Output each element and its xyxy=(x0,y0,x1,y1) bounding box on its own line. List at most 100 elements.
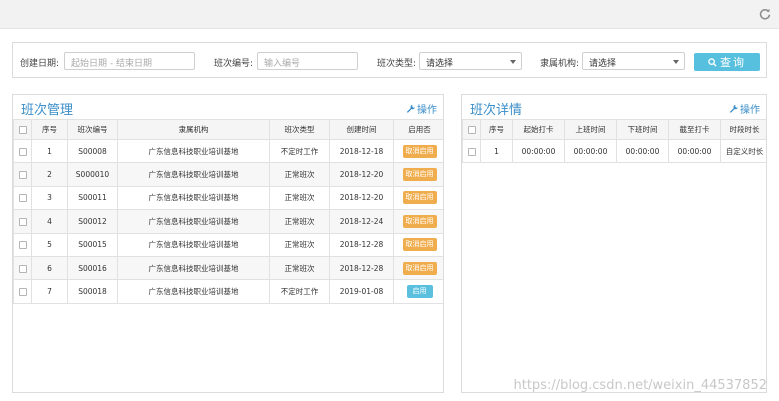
table-cell: 00:00:00 xyxy=(564,138,617,164)
row-checkbox[interactable] xyxy=(13,209,32,234)
table-row[interactable]: 2 S000010 广东信息科技职业培训基地 正常班次 2018-12-20 取消启用 xyxy=(13,162,443,187)
table-cell: S00015 xyxy=(67,232,118,257)
operation-label: 操作 xyxy=(417,105,437,116)
operation-button[interactable]: 操作 xyxy=(729,101,760,116)
shift-detail-panel: 班次详情 操作 序号 起始打卡 上班时间 下班时间 截至打卡 时段时长 1 00:… xyxy=(461,94,767,393)
table-cell: 正常班次 xyxy=(269,209,330,234)
shift-no-input[interactable]: 输入编号 xyxy=(257,52,358,70)
column-header: 启用否 xyxy=(393,119,443,140)
status-cell: 取消启用 xyxy=(393,185,443,211)
table-cell: 00:00:00 xyxy=(512,138,565,164)
watermark: https://blog.csdn.net/weixin_44537852 xyxy=(513,378,767,393)
table-cell: 2 xyxy=(31,162,68,187)
table-cell: 不定时工作 xyxy=(269,138,330,164)
table-cell: S00008 xyxy=(67,138,118,164)
create-date-label: 创建日期: xyxy=(20,59,60,69)
disable-button[interactable]: 取消启用 xyxy=(402,214,437,228)
search-panel: 创建日期: 起始日期 - 结束日期 班次编号: 输入编号 班次类型: 请选择 隶… xyxy=(12,42,767,78)
column-header: 起始打卡 xyxy=(512,119,565,140)
table-row[interactable]: 1 00:00:00 00:00:00 00:00:00 00:00:00 自定义时长 xyxy=(462,138,766,164)
disable-button[interactable]: 取消启用 xyxy=(402,238,437,252)
table-cell: 6 xyxy=(31,255,68,281)
table-cell: S00012 xyxy=(67,209,118,234)
panel-header: 班次管理 操作 xyxy=(13,95,443,119)
select-all-checkbox[interactable] xyxy=(462,119,481,140)
column-header: 序号 xyxy=(31,119,68,140)
top-bar xyxy=(0,0,779,29)
row-checkbox[interactable] xyxy=(13,138,32,164)
table-row[interactable]: 5 S00015 广东信息科技职业培训基地 正常班次 2018-12-28 取消启用 xyxy=(13,232,443,257)
create-date-input[interactable]: 起始日期 - 结束日期 xyxy=(64,52,195,70)
disable-button[interactable]: 取消启用 xyxy=(402,191,437,205)
shift-management-panel: 班次管理 操作 序号 班次编号 隶属机构 班次类型 创建时间 启用否 1 S000… xyxy=(12,94,444,393)
row-checkbox[interactable] xyxy=(13,185,32,211)
org-label: 隶属机构: xyxy=(540,59,580,69)
column-header: 创建时间 xyxy=(329,119,394,140)
table-row[interactable]: 1 S00008 广东信息科技职业培训基地 不定时工作 2018-12-18 取消启用 xyxy=(13,138,443,164)
table-cell: 自定义时长 xyxy=(720,138,766,164)
wrench-icon xyxy=(406,104,415,113)
disable-button[interactable]: 取消启用 xyxy=(402,261,437,275)
table-cell: 不定时工作 xyxy=(269,279,330,304)
enable-button[interactable]: 启用 xyxy=(406,285,433,299)
table-cell: 4 xyxy=(31,209,68,234)
panel-title: 班次详情 xyxy=(470,103,523,118)
row-checkbox[interactable] xyxy=(13,255,32,281)
table-cell: 1 xyxy=(31,138,68,164)
table-cell: S00011 xyxy=(67,185,118,211)
table-cell: 2018-12-20 xyxy=(329,185,394,211)
column-header: 下班时间 xyxy=(616,119,669,140)
refresh-icon[interactable] xyxy=(757,6,773,22)
table-row[interactable]: 7 S00018 广东信息科技职业培训基地 不定时工作 2019-01-08 启用 xyxy=(13,279,443,304)
row-checkbox[interactable] xyxy=(13,162,32,187)
operation-button[interactable]: 操作 xyxy=(406,101,437,116)
shift-type-select[interactable]: 请选择 xyxy=(419,52,522,70)
column-header: 隶属机构 xyxy=(117,119,270,140)
row-checkbox[interactable] xyxy=(13,279,32,304)
search-icon xyxy=(708,57,717,67)
table-row[interactable]: 3 S00011 广东信息科技职业培训基地 正常班次 2018-12-20 取消启用 xyxy=(13,185,443,211)
table-cell: 00:00:00 xyxy=(616,138,669,164)
column-header: 序号 xyxy=(480,119,513,140)
table-cell: 正常班次 xyxy=(269,185,330,211)
detail-table: 序号 起始打卡 上班时间 下班时间 截至打卡 时段时长 1 00:00:00 00:… xyxy=(462,119,766,164)
column-header: 时段时长 xyxy=(720,119,766,140)
table-cell: 广东信息科技职业培训基地 xyxy=(117,232,270,257)
table-cell: 2018-12-20 xyxy=(329,162,394,187)
table-cell: 00:00:00 xyxy=(668,138,721,164)
table-header-row: 序号 起始打卡 上班时间 下班时间 截至打卡 时段时长 xyxy=(462,119,766,140)
table-cell: 7 xyxy=(31,279,68,304)
table-cell: 3 xyxy=(31,185,68,211)
table-cell: 正常班次 xyxy=(269,162,330,187)
org-select[interactable]: 请选择 xyxy=(582,52,685,70)
shift-table: 序号 班次编号 隶属机构 班次类型 创建时间 启用否 1 S00008 广东信息科技… xyxy=(13,119,443,304)
status-cell: 取消启用 xyxy=(393,255,443,281)
panel-header: 班次详情 操作 xyxy=(462,95,766,119)
org-value: 请选择 xyxy=(589,59,617,69)
shift-type-value: 请选择 xyxy=(426,59,454,69)
table-cell: 2018-12-28 xyxy=(329,255,394,281)
row-checkbox[interactable] xyxy=(13,232,32,257)
table-cell: 广东信息科技职业培训基地 xyxy=(117,185,270,211)
status-cell: 取消启用 xyxy=(393,138,443,164)
table-header-row: 序号 班次编号 隶属机构 班次类型 创建时间 启用否 xyxy=(13,119,443,140)
disable-button[interactable]: 取消启用 xyxy=(402,144,437,158)
select-all-checkbox[interactable] xyxy=(13,119,32,140)
shift-no-label: 班次编号: xyxy=(214,59,254,69)
table-row[interactable]: 4 S00012 广东信息科技职业培训基地 正常班次 2018-12-24 取消启用 xyxy=(13,209,443,234)
disable-button[interactable]: 取消启用 xyxy=(402,168,437,182)
table-cell: 1 xyxy=(480,138,513,164)
table-cell: 2018-12-24 xyxy=(329,209,394,234)
table-cell: S000010 xyxy=(67,162,118,187)
table-cell: 广东信息科技职业培训基地 xyxy=(117,138,270,164)
row-checkbox[interactable] xyxy=(462,138,481,164)
table-cell: 正常班次 xyxy=(269,232,330,257)
chevron-down-icon xyxy=(673,60,679,64)
table-cell: 广东信息科技职业培训基地 xyxy=(117,279,270,304)
table-cell: 广东信息科技职业培训基地 xyxy=(117,162,270,187)
status-cell: 启用 xyxy=(393,279,443,304)
query-button[interactable]: 查询 xyxy=(694,53,760,71)
table-row[interactable]: 6 S00016 广东信息科技职业培训基地 正常班次 2018-12-28 取消启用 xyxy=(13,255,443,281)
panel-title: 班次管理 xyxy=(21,103,74,118)
table-cell: 正常班次 xyxy=(269,255,330,281)
